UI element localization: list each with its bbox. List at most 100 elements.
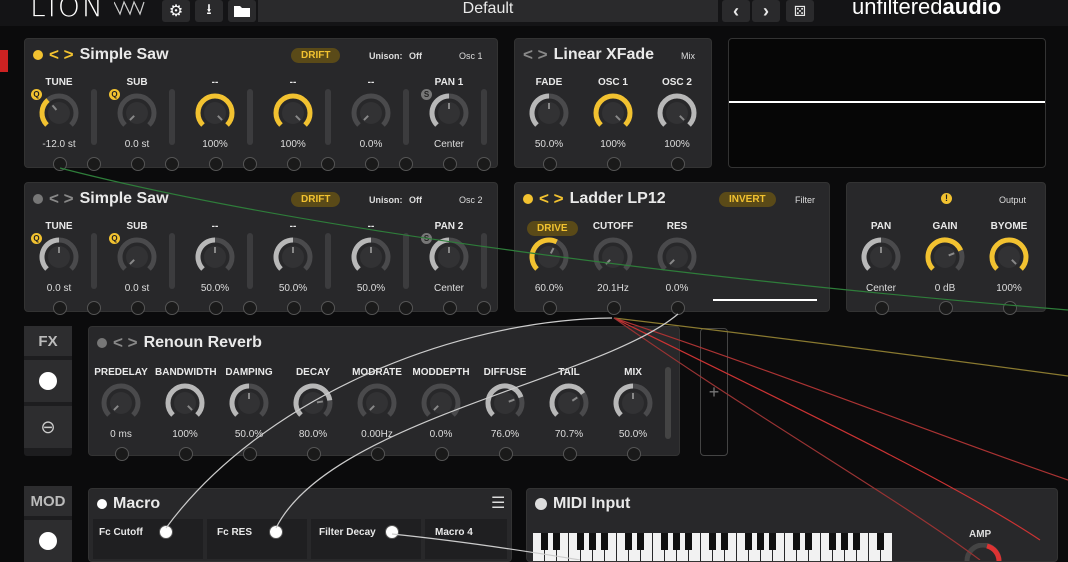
output-mod-port[interactable] bbox=[1003, 301, 1017, 315]
mix-mod-port[interactable] bbox=[671, 157, 685, 171]
piano-keyboard[interactable] bbox=[533, 533, 893, 561]
osc2-mod-port[interactable] bbox=[321, 301, 335, 315]
fx-mod-port[interactable] bbox=[499, 447, 513, 461]
osc2-knob-6[interactable] bbox=[427, 235, 471, 279]
filter-knob-1[interactable] bbox=[527, 235, 571, 279]
filter-drive-button[interactable]: DRIVE bbox=[527, 221, 578, 236]
osc1-mod-slider[interactable] bbox=[325, 89, 331, 145]
fx-knob-6[interactable] bbox=[419, 381, 463, 425]
osc1-mod-slider[interactable] bbox=[91, 89, 97, 145]
osc1-mod-port[interactable] bbox=[321, 157, 335, 171]
output-knob-2[interactable] bbox=[923, 235, 967, 279]
osc1-mod-slider[interactable] bbox=[169, 89, 175, 145]
filter-knob-2[interactable] bbox=[591, 235, 635, 279]
menu-icon[interactable]: ☰ bbox=[491, 493, 505, 513]
fx-mod-port[interactable] bbox=[435, 447, 449, 461]
reverb-power-toggle[interactable] bbox=[97, 338, 107, 348]
fx-add-slot[interactable]: + bbox=[700, 328, 728, 456]
fx-knob-2[interactable] bbox=[163, 381, 207, 425]
osc1-mod-slider[interactable] bbox=[403, 89, 409, 145]
filter-mod-port[interactable] bbox=[671, 301, 685, 315]
fx-mod-port[interactable] bbox=[627, 447, 641, 461]
filter-type-arrows[interactable]: < > bbox=[539, 189, 564, 209]
osc2-knob-3[interactable] bbox=[193, 235, 237, 279]
preset-name-display[interactable]: Default bbox=[258, 0, 718, 22]
osc2-mod-port[interactable] bbox=[399, 301, 413, 315]
randomize-button[interactable]: ⚄ bbox=[786, 0, 814, 22]
osc2-mod-slider[interactable] bbox=[481, 233, 487, 289]
osc1-mod-port[interactable] bbox=[365, 157, 379, 171]
osc1-mod-port[interactable] bbox=[53, 157, 67, 171]
osc1-mod-port[interactable] bbox=[165, 157, 179, 171]
osc2-unison-value[interactable]: Off bbox=[409, 195, 422, 205]
mix-type-arrows[interactable]: < > bbox=[523, 45, 548, 65]
osc1-mod-slider[interactable] bbox=[481, 89, 487, 145]
osc1-mod-port[interactable] bbox=[131, 157, 145, 171]
filter-power-toggle[interactable] bbox=[523, 194, 533, 204]
fx-mod-port[interactable] bbox=[115, 447, 129, 461]
osc2-knob-2[interactable] bbox=[115, 235, 159, 279]
open-preset-button[interactable] bbox=[228, 0, 256, 22]
osc1-power-toggle[interactable] bbox=[33, 50, 43, 60]
fx-mod-port[interactable] bbox=[563, 447, 577, 461]
osc2-mod-slider[interactable] bbox=[169, 233, 175, 289]
osc1-unison-value[interactable]: Off bbox=[409, 51, 422, 61]
fx-knob-4[interactable] bbox=[291, 381, 335, 425]
osc2-mod-port[interactable] bbox=[131, 301, 145, 315]
macro-power-toggle[interactable] bbox=[97, 499, 107, 509]
osc1-mod-port[interactable] bbox=[87, 157, 101, 171]
osc1-drift-button[interactable]: DRIFT bbox=[291, 48, 341, 63]
save-preset-button[interactable]: ⭳ bbox=[195, 0, 223, 22]
osc2-mod-port[interactable] bbox=[287, 301, 301, 315]
osc2-mod-port[interactable] bbox=[243, 301, 257, 315]
osc1-knob-2[interactable] bbox=[115, 91, 159, 135]
osc2-mod-slider[interactable] bbox=[91, 233, 97, 289]
fx-knob-9[interactable] bbox=[611, 381, 655, 425]
osc2-mod-slider[interactable] bbox=[325, 233, 331, 289]
mix-knob-3[interactable] bbox=[655, 91, 699, 135]
osc2-type-arrows[interactable]: < > bbox=[49, 189, 74, 209]
output-mod-port[interactable] bbox=[875, 301, 889, 315]
osc1-type-arrows[interactable]: < > bbox=[49, 45, 74, 65]
filter-knob-3[interactable] bbox=[655, 235, 699, 279]
fx-mod-port[interactable] bbox=[307, 447, 321, 461]
fx-knob-1[interactable] bbox=[99, 381, 143, 425]
osc2-mod-port[interactable] bbox=[443, 301, 457, 315]
fx-knob-7[interactable] bbox=[483, 381, 527, 425]
fx-mod-port[interactable] bbox=[243, 447, 257, 461]
mix-knob-2[interactable] bbox=[591, 91, 635, 135]
mix-mod-port[interactable] bbox=[607, 157, 621, 171]
osc1-mod-port[interactable] bbox=[209, 157, 223, 171]
filter-invert-button[interactable]: INVERT bbox=[719, 192, 776, 207]
filter-mod-port[interactable] bbox=[607, 301, 621, 315]
mod-power-button[interactable] bbox=[24, 520, 72, 562]
fx-power-button[interactable] bbox=[24, 360, 72, 402]
macro-slot-3[interactable]: Filter Decay bbox=[311, 519, 421, 559]
osc1-knob-6[interactable] bbox=[427, 91, 471, 135]
fx-knob-8[interactable] bbox=[547, 381, 591, 425]
osc1-mod-port[interactable] bbox=[243, 157, 257, 171]
osc1-knob-5[interactable] bbox=[349, 91, 393, 135]
fx-knob-3[interactable] bbox=[227, 381, 271, 425]
mix-mod-port[interactable] bbox=[543, 157, 557, 171]
osc2-knob-5[interactable] bbox=[349, 235, 393, 279]
osc2-mod-port[interactable] bbox=[165, 301, 179, 315]
mix-knob-1[interactable] bbox=[527, 91, 571, 135]
fx-back-button[interactable]: ⊖ bbox=[24, 406, 72, 448]
osc2-knob-1[interactable] bbox=[37, 235, 81, 279]
osc2-drift-button[interactable]: DRIFT bbox=[291, 192, 341, 207]
osc1-mod-port[interactable] bbox=[443, 157, 457, 171]
osc1-mod-slider[interactable] bbox=[247, 89, 253, 145]
output-knob-3[interactable] bbox=[987, 235, 1031, 279]
output-knob-1[interactable] bbox=[859, 235, 903, 279]
next-preset-button[interactable]: › bbox=[752, 0, 780, 22]
osc2-mod-slider[interactable] bbox=[403, 233, 409, 289]
reverb-type-arrows[interactable]: < > bbox=[113, 333, 138, 353]
osc2-mod-port[interactable] bbox=[87, 301, 101, 315]
macro-slot-4[interactable]: Macro 4 bbox=[425, 519, 507, 559]
osc1-knob-1[interactable] bbox=[37, 91, 81, 135]
settings-button[interactable]: ⚙ bbox=[162, 0, 190, 22]
fx-mod-port[interactable] bbox=[371, 447, 385, 461]
osc2-knob-4[interactable] bbox=[271, 235, 315, 279]
osc1-mod-port[interactable] bbox=[477, 157, 491, 171]
